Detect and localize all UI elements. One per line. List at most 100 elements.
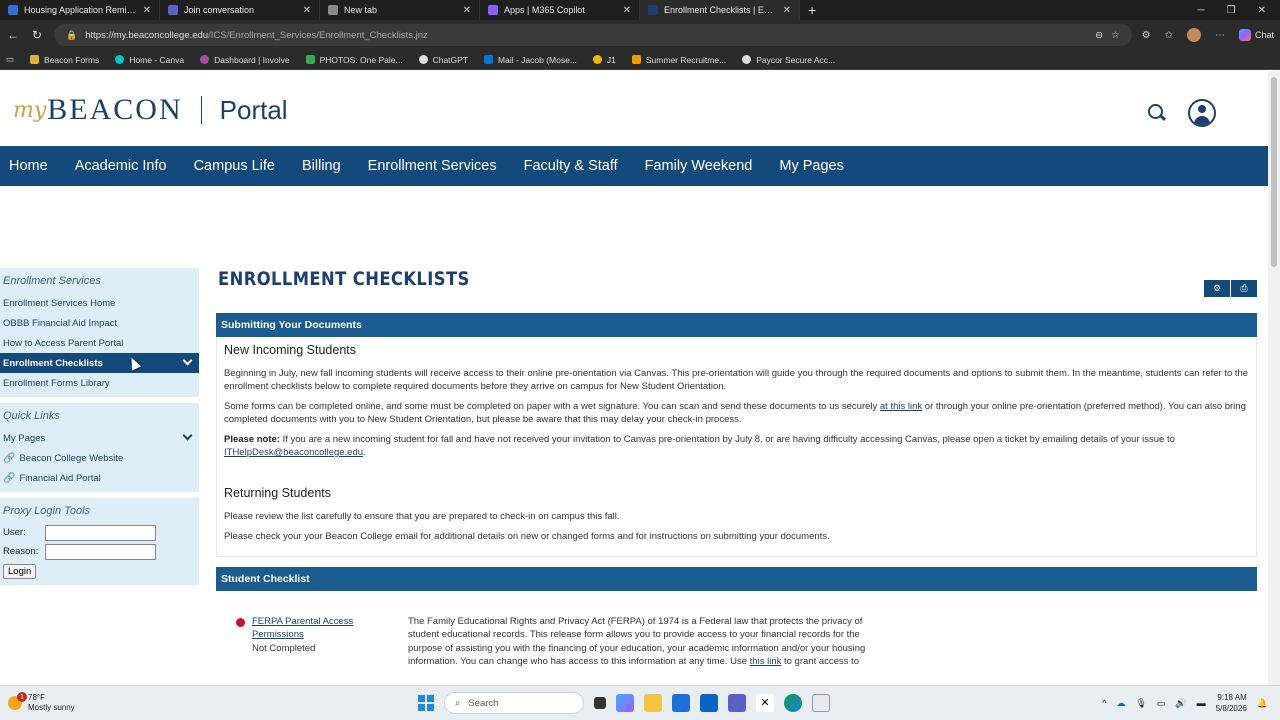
nav-my-pages[interactable]: My Pages (779, 158, 843, 174)
url-field[interactable]: 🔒 https://my.beaconcollege.edu/ICS/Enrol… (54, 24, 1132, 46)
link-icon: 🔗 (3, 452, 16, 464)
windows-start-icon[interactable] (418, 695, 434, 711)
notifications-icon[interactable]: 🔔 (1257, 698, 1268, 709)
ferpa-form-link[interactable]: FERPA Parental Access Permissions (252, 615, 394, 641)
page-scrollbar[interactable] (1268, 71, 1280, 685)
main-navigation: Home Academic Info Campus Life Billing E… (0, 146, 1268, 186)
settings-gear-icon[interactable]: ⚙ (1204, 280, 1230, 297)
close-tab-icon[interactable]: ✕ (463, 5, 471, 16)
close-tab-icon[interactable]: ✕ (303, 5, 311, 16)
incomplete-status-icon (236, 618, 245, 627)
more-menu-icon[interactable]: ⋯ (1215, 30, 1225, 41)
close-tab-icon[interactable]: ✕ (143, 5, 151, 16)
grant-access-link[interactable]: this link (750, 656, 782, 667)
clock-time: 9:18 AM (1217, 693, 1247, 702)
chevron-down-icon[interactable] (182, 355, 193, 366)
x-app-icon[interactable]: ✕ (756, 694, 774, 712)
sidebar-item-enrollment-checklists[interactable]: Enrollment Checklists (0, 353, 199, 373)
restore-icon[interactable]: ❐ (1227, 5, 1236, 16)
nav-academic-info[interactable]: Academic Info (75, 158, 167, 174)
logo-beacon: BEACON (47, 93, 183, 126)
file-explorer-icon[interactable] (644, 694, 662, 712)
favorite-star-icon[interactable]: ☆ (1111, 30, 1120, 41)
print-icon[interactable]: ⎙ (1231, 280, 1257, 297)
sidebar-item-parent-portal[interactable]: How to Access Parent Portal (0, 333, 199, 353)
chat-label: Chat (1254, 30, 1274, 40)
teams-icon[interactable] (728, 694, 746, 712)
bookmark-label: Paycor Secure Acc... (756, 54, 836, 65)
bookmark-item[interactable]: Dashboard | Involve (200, 55, 290, 65)
bookmark-item[interactable]: Summer Recruitme... (631, 55, 726, 65)
quick-link-my-pages[interactable]: My Pages (0, 428, 199, 448)
chat-button[interactable]: Chat (1238, 29, 1274, 41)
browser-tab[interactable]: Apps | M365 Copilot ✕ (480, 0, 640, 20)
nav-family-weekend[interactable]: Family Weekend (645, 158, 753, 174)
bookmark-item[interactable]: Home - Canva (115, 55, 184, 65)
bookmark-item[interactable]: Paycor Secure Acc... (742, 55, 835, 65)
nav-faculty-staff[interactable]: Faculty & Staff (524, 158, 618, 174)
onedrive-icon[interactable]: ☁ (1116, 698, 1125, 709)
back-icon[interactable]: ← (6, 28, 20, 42)
tab-title: Enrollment Checklists | Enrollment (664, 5, 777, 15)
refresh-icon[interactable]: ↻ (30, 28, 44, 42)
bookmark-item[interactable]: ChatGPT (418, 55, 468, 65)
helpdesk-email-link[interactable]: ITHelpDesk@beaconcollege.edu (224, 447, 363, 458)
proxy-login-button[interactable]: Login (3, 564, 37, 579)
bookmark-item[interactable]: Beacon Forms (30, 55, 99, 65)
close-tab-icon[interactable]: ✕ (783, 5, 791, 16)
copilot-app-icon[interactable] (616, 694, 634, 712)
microphone-icon[interactable]: 🎙 (1135, 698, 1146, 709)
close-window-icon[interactable]: ✕ (1258, 5, 1266, 16)
weather-widget[interactable]: 1 78°F Mostly sunny (0, 692, 200, 713)
outlook-icon[interactable] (700, 694, 718, 712)
profile-avatar[interactable] (1186, 28, 1201, 42)
nav-enrollment-services[interactable]: Enrollment Services (368, 158, 497, 174)
nav-billing[interactable]: Billing (302, 158, 341, 174)
scrollbar-thumb[interactable] (1271, 77, 1277, 267)
store-icon[interactable] (672, 694, 690, 712)
search-icon[interactable] (1148, 104, 1166, 122)
sidebar-item-enrollment-services-home[interactable]: Enrollment Services Home (0, 293, 199, 313)
favorites-icon[interactable]: ✩ (1165, 30, 1173, 41)
quick-link-financial-aid-portal[interactable]: 🔗 Financial Aid Portal (0, 468, 199, 488)
tab-favicon (168, 5, 178, 15)
checklist-item: FERPA Parental Access Permissions Not Co… (216, 591, 1257, 668)
sidebar: Enrollment Services Enrollment Services … (0, 268, 199, 591)
chevron-down-icon[interactable] (182, 430, 193, 441)
browser-tab[interactable]: Join conversation ✕ (160, 0, 320, 20)
proxy-user-input[interactable] (45, 524, 156, 541)
network-icon[interactable]: ▭ (1157, 698, 1166, 709)
nav-home[interactable]: Home (9, 158, 48, 174)
browser-tab-active[interactable]: Enrollment Checklists | Enrollment ✕ (640, 0, 800, 20)
url-host: https://my.beaconcollege.edu (85, 29, 209, 41)
reader-icon[interactable]: ⊖ (1095, 30, 1103, 41)
edge-icon[interactable] (784, 694, 802, 712)
close-tab-icon[interactable]: ✕ (623, 5, 631, 16)
quick-link-beacon-website[interactable]: 🔗 Beacon College Website (0, 448, 199, 468)
browser-tab[interactable]: New tab ✕ (320, 0, 480, 20)
clock[interactable]: 9:18 AM 5/8/2026 (1216, 692, 1247, 714)
extensions-icon[interactable]: ⚙ (1142, 30, 1151, 41)
sidebar-item-forms-library[interactable]: Enrollment Forms Library (0, 373, 199, 393)
minimize-icon[interactable]: ─ (1198, 5, 1205, 16)
proxy-reason-input[interactable] (45, 543, 156, 560)
bookmark-item[interactable]: PHOTOS: One Pale... (305, 55, 403, 65)
bookmark-item[interactable]: J1 (592, 55, 616, 65)
sidebar-toggle-icon[interactable]: ▭ (6, 54, 14, 65)
new-tab-icon[interactable]: + (800, 2, 824, 18)
browser-tab-strip: Housing Application Reminder ✕ Join conve… (0, 0, 1280, 20)
snipping-tool-icon[interactable] (812, 694, 830, 712)
volume-icon[interactable]: 🔊 (1175, 698, 1186, 709)
battery-icon[interactable]: ▬ (1197, 698, 1206, 708)
user-account-icon[interactable] (1188, 99, 1216, 127)
task-view-icon[interactable] (594, 697, 606, 709)
browser-tab[interactable]: Housing Application Reminder ✕ (0, 0, 160, 20)
taskbar-search[interactable]: ⌕ Search (444, 692, 584, 714)
sidebar-item-obbb-financial-aid[interactable]: OBBB Financial Aid Impact (0, 313, 199, 333)
site-logo[interactable]: my BEACON Portal (13, 93, 288, 127)
tab-favicon (8, 5, 18, 15)
nav-campus-life[interactable]: Campus Life (194, 158, 275, 174)
tray-overflow-icon[interactable]: ^ (1102, 698, 1106, 708)
secure-upload-link[interactable]: at this link (880, 401, 922, 412)
bookmark-item[interactable]: Mail - Jacob (Mose... (484, 55, 577, 65)
